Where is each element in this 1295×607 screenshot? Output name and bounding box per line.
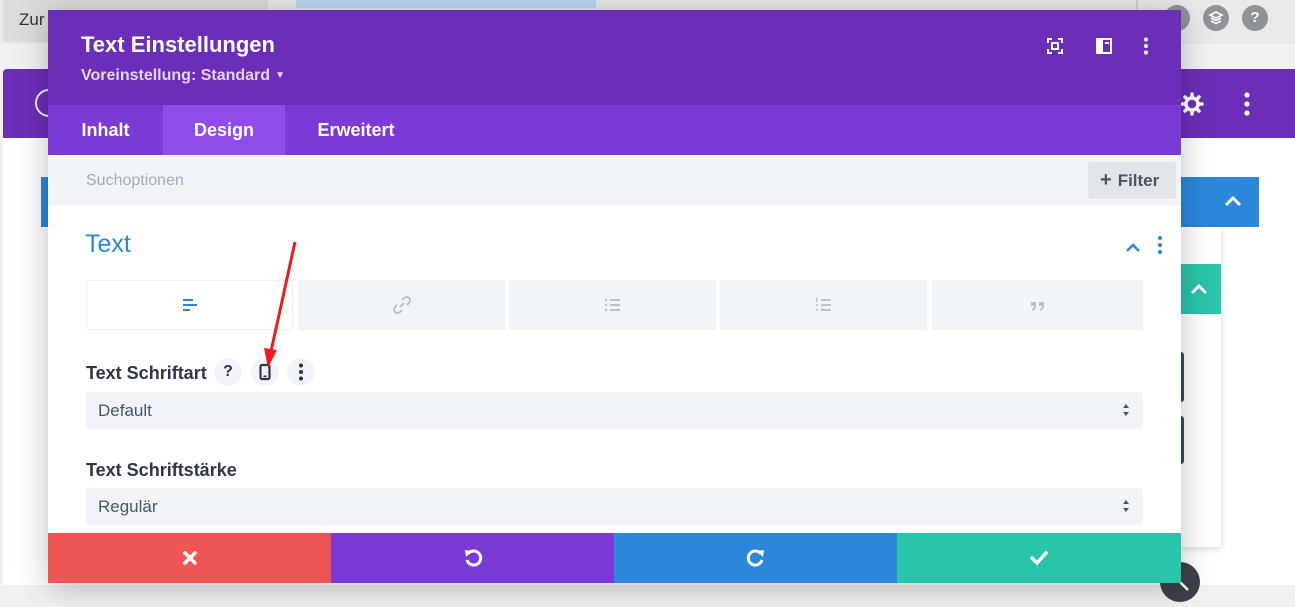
more-options-icon[interactable] xyxy=(1136,36,1156,56)
modal-footer xyxy=(48,533,1181,583)
subtab-link[interactable] xyxy=(298,280,505,330)
settings-modal: Text Einstellungen Voreinstellung: Stand… xyxy=(48,10,1181,583)
close-icon xyxy=(182,551,197,565)
weight-select-value: Regulär xyxy=(98,497,158,516)
save-button[interactable] xyxy=(897,533,1181,583)
link-icon xyxy=(392,295,411,315)
undo-button[interactable] xyxy=(331,533,614,583)
gear-icon[interactable] xyxy=(1178,90,1206,118)
select-arrows-icon xyxy=(1123,500,1129,512)
align-left-icon xyxy=(182,299,197,311)
subtab-unordered-list[interactable] xyxy=(509,280,716,330)
cancel-button[interactable] xyxy=(48,533,331,583)
chevron-up-icon[interactable] xyxy=(1184,275,1214,303)
section-more-icon[interactable] xyxy=(1237,91,1257,117)
font-select-value: Default xyxy=(98,401,152,420)
subtab-text[interactable] xyxy=(86,280,293,330)
quote-icon xyxy=(1030,302,1044,311)
subtab-quote[interactable] xyxy=(932,280,1143,330)
section-options-icon[interactable] xyxy=(1152,233,1168,257)
modal-title: Text Einstellungen xyxy=(81,32,275,57)
mobile-responsive-icon[interactable] xyxy=(251,358,279,386)
field-label-font: Text Schriftart xyxy=(86,363,207,383)
help-icon[interactable]: ? xyxy=(214,358,242,386)
modal-tabs: Inhalt Design Erweitert xyxy=(48,105,1181,155)
redo-icon xyxy=(746,549,764,567)
page-tab-indicator xyxy=(296,0,596,8)
ordered-list-icon xyxy=(815,297,831,311)
split-view-icon[interactable] xyxy=(1094,36,1114,56)
search-bar: + Filter xyxy=(48,155,1181,205)
chevron-up-icon[interactable] xyxy=(1218,186,1248,216)
font-select[interactable]: Default xyxy=(86,392,1143,429)
tab-erweitert[interactable]: Erweitert xyxy=(285,105,427,155)
filter-label: Filter xyxy=(1117,171,1160,190)
preset-label: Voreinstellung: Standard xyxy=(81,67,271,84)
plus-icon: + xyxy=(1100,169,1112,191)
help-icon[interactable]: ? xyxy=(1242,5,1268,31)
subtab-ordered-list[interactable] xyxy=(720,280,927,330)
modal-header: Text Einstellungen Voreinstellung: Stand… xyxy=(48,10,1181,105)
back-button-label: Zur xyxy=(19,10,45,29)
layers-icon[interactable] xyxy=(1203,5,1229,31)
fullscreen-icon[interactable] xyxy=(1045,36,1065,56)
tab-inhalt[interactable]: Inhalt xyxy=(48,105,163,155)
preset-dropdown[interactable]: Voreinstellung: Standard ▼ xyxy=(81,67,285,85)
chevron-up-icon[interactable] xyxy=(1123,237,1143,257)
field-options-icon[interactable] xyxy=(287,358,315,386)
tab-design[interactable]: Design xyxy=(163,105,285,155)
check-icon xyxy=(1030,551,1048,566)
caret-down-icon: ▼ xyxy=(275,70,285,81)
undo-icon xyxy=(464,549,482,567)
redo-button[interactable] xyxy=(614,533,897,583)
unordered-list-icon xyxy=(604,298,620,312)
weight-select[interactable]: Regulär xyxy=(86,488,1143,525)
field-label-weight: Text Schriftstärke xyxy=(86,460,237,480)
section-title[interactable]: Text xyxy=(85,230,131,259)
select-arrows-icon xyxy=(1123,404,1129,416)
filter-button[interactable]: + Filter xyxy=(1088,162,1176,199)
search-input[interactable] xyxy=(84,169,688,193)
